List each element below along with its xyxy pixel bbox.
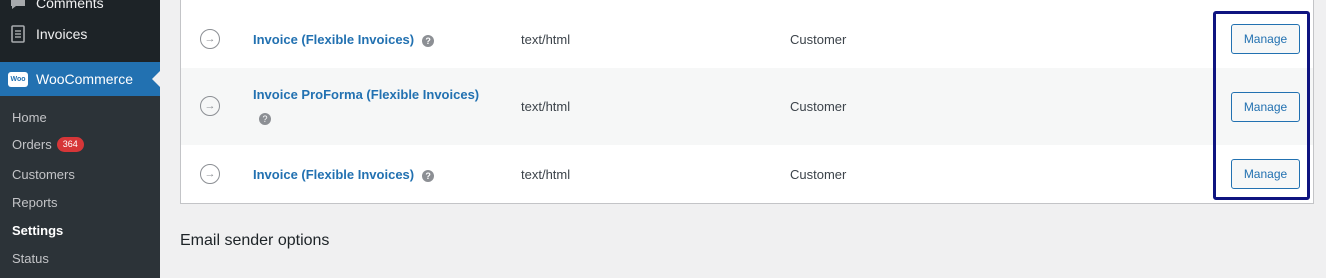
manage-button[interactable]: Manage [1231, 24, 1300, 54]
table-row: → Invoice (Flexible Invoices)? text/html… [181, 145, 1313, 203]
comments-icon [0, 0, 36, 12]
table-row: → Invoice ProForma (Flexible Invoices) ?… [181, 68, 1313, 145]
submenu-item-home[interactable]: Home [12, 110, 47, 125]
menu-item-invoices[interactable]: Invoices [0, 17, 160, 51]
submenu-item-orders[interactable]: Orders 364 [12, 137, 84, 152]
menu-item-invoices-label: Invoices [36, 26, 88, 42]
table-row: → Invoice (Flexible Invoices)? text/html… [181, 10, 1313, 68]
arrow-right-circle-icon: → [200, 96, 220, 116]
email-name-link[interactable]: Invoice (Flexible Invoices) [253, 32, 414, 47]
recipient-cell: Customer [790, 167, 847, 182]
submenu-item-status[interactable]: Status [12, 251, 49, 266]
email-name-cell: Invoice (Flexible Invoices)? [253, 32, 435, 47]
woocommerce-submenu: Home Orders 364 Customers Reports Settin… [0, 96, 160, 278]
email-name-cell: Invoice (Flexible Invoices)? [253, 167, 435, 182]
email-name-link[interactable]: Invoice ProForma (Flexible Invoices) [253, 87, 479, 102]
invoices-icon [0, 25, 36, 43]
content-type-cell: text/html [521, 32, 571, 47]
content-type-cell: text/html [521, 99, 571, 114]
admin-sidebar: Comments Invoices Woo WooCommerce Home O… [0, 0, 160, 278]
menu-item-woocommerce-label: WooCommerce [36, 71, 133, 87]
manage-button[interactable]: Manage [1231, 159, 1300, 189]
arrow-right-circle-icon: → [200, 164, 220, 184]
woocommerce-icon: Woo [0, 71, 36, 87]
menu-item-woocommerce[interactable]: Woo WooCommerce [0, 62, 160, 96]
submenu-item-settings[interactable]: Settings [12, 223, 63, 238]
submenu-item-customers[interactable]: Customers [12, 167, 75, 182]
woocommerce-logo: Woo [8, 71, 28, 87]
submenu-item-orders-label: Orders [12, 137, 52, 152]
help-icon[interactable]: ? [422, 169, 435, 182]
email-notifications-table: → Invoice (Flexible Invoices)? text/html… [180, 0, 1314, 204]
email-name-link[interactable]: Invoice (Flexible Invoices) [253, 167, 414, 182]
recipient-cell: Customer [790, 32, 847, 47]
arrow-right-circle-icon: → [200, 29, 220, 49]
section-heading: Email sender options [180, 232, 330, 249]
submenu-item-reports[interactable]: Reports [12, 195, 58, 210]
help-icon[interactable]: ? [259, 113, 271, 125]
help-icon[interactable]: ? [422, 34, 435, 47]
orders-count-badge: 364 [56, 137, 84, 152]
recipient-cell: Customer [790, 99, 847, 114]
menu-item-comments-label: Comments [36, 0, 104, 11]
manage-button[interactable]: Manage [1231, 92, 1300, 122]
content-type-cell: text/html [521, 167, 571, 182]
